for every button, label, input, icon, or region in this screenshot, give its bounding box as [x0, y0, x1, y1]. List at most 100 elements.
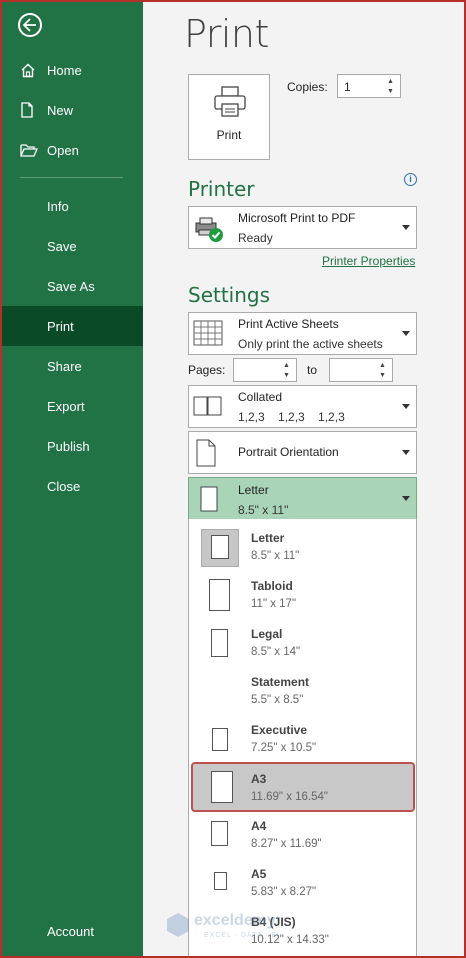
- paper-option-name: A4: [251, 819, 267, 833]
- sidebar-item-label: Save As: [47, 278, 95, 294]
- sidebar-item-label: Open: [47, 142, 79, 158]
- collation-sub: 1,2,3 1,2,3 1,2,3: [238, 410, 345, 424]
- paper-option-a5[interactable]: A5 5.83" x 8.27": [189, 859, 416, 907]
- sidebar-item-publish[interactable]: Publish: [0, 426, 143, 466]
- printer-status: Ready: [238, 231, 273, 245]
- paper-option-letter[interactable]: Letter 8.5" x 11": [189, 523, 416, 571]
- sidebar-item-save[interactable]: Save: [0, 226, 143, 266]
- sidebar-item-label: Home: [47, 62, 82, 78]
- page-size-icon: [212, 728, 228, 751]
- back-arrow-icon[interactable]: [18, 13, 42, 37]
- open-folder-icon: [20, 142, 40, 158]
- paper-option-name: Letter: [251, 531, 285, 545]
- spin-up-icon[interactable]: ▲: [387, 78, 397, 85]
- sidebar-item-label: Account: [47, 923, 94, 939]
- sidebar-item-save-as[interactable]: Save As: [0, 266, 143, 306]
- paper-option-size: 11" x 17": [251, 598, 297, 610]
- collated-pages-icon: [193, 396, 223, 421]
- paper-option-name: A3: [251, 772, 267, 786]
- sidebar-item-close[interactable]: Close: [0, 466, 143, 506]
- watermark-logo: exceldemy EXCEL · DATA · BI: [166, 910, 316, 950]
- sidebar-item-label: Share: [47, 358, 82, 374]
- collation-title: Collated: [238, 390, 283, 404]
- printer-dropdown[interactable]: Microsoft Print to PDF Ready: [188, 206, 417, 249]
- orientation-dropdown[interactable]: Portrait Orientation: [188, 431, 417, 474]
- spin-down-icon[interactable]: ▼: [387, 88, 397, 95]
- chevron-down-icon: [402, 449, 410, 455]
- watermark-tagline: EXCEL · DATA · BI: [204, 932, 280, 939]
- pages-to-input[interactable]: ▲ ▼: [329, 358, 393, 382]
- chevron-down-icon: [402, 330, 410, 336]
- paper-page-icon: [200, 486, 218, 517]
- printer-icon: [214, 86, 246, 117]
- page-size-icon: [214, 872, 227, 890]
- sidebar-item-new[interactable]: New: [0, 90, 143, 130]
- collation-dropdown[interactable]: Collated 1,2,3 1,2,3 1,2,3: [188, 385, 417, 428]
- paper-size-dropdown[interactable]: Letter 8.5" x 11": [188, 477, 417, 520]
- paper-option-a4[interactable]: A4 8.27" x 11.69": [189, 811, 416, 859]
- paper-option-name: Tabloid: [251, 579, 293, 593]
- spin-down-icon[interactable]: ▼: [379, 372, 389, 379]
- paper-size-list: Letter 8.5" x 11" Tabloid 11" x 17" Lega…: [188, 519, 417, 958]
- paper-option-size: 8.27" x 11.69": [251, 838, 322, 850]
- sidebar-item-export[interactable]: Export: [0, 386, 143, 426]
- sidebar-item-info[interactable]: Info: [0, 186, 143, 226]
- pages-label: Pages:: [188, 363, 226, 377]
- chevron-down-icon: [402, 495, 410, 501]
- new-document-icon: [20, 102, 40, 118]
- page-size-icon: [209, 579, 230, 611]
- copies-label: Copies:: [287, 80, 328, 94]
- paper-option-size: 8.5" x 14": [251, 646, 301, 658]
- info-icon[interactable]: i: [404, 173, 417, 186]
- sidebar-item-share[interactable]: Share: [0, 346, 143, 386]
- paper-option-tabloid[interactable]: Tabloid 11" x 17": [189, 571, 416, 619]
- paper-option-size: 11.69" x 16.54": [251, 791, 329, 803]
- sidebar-divider: [20, 177, 123, 178]
- to-label: to: [307, 363, 318, 377]
- sheet-grid-icon: [193, 320, 223, 351]
- copies-input[interactable]: 1 ▲ ▼: [337, 74, 401, 98]
- spin-down-icon[interactable]: ▼: [283, 372, 293, 379]
- sidebar-item-label: Print: [47, 318, 74, 334]
- print-scope-title: Print Active Sheets: [238, 317, 339, 331]
- paper-option-size: 5.83" x 8.27": [251, 886, 317, 898]
- paper-option-size: 7.25" x 10.5": [251, 742, 317, 754]
- paper-size-sub: 8.5" x 11": [238, 503, 289, 517]
- page-size-icon: [211, 535, 229, 559]
- sidebar-item-open[interactable]: Open: [0, 130, 143, 170]
- spin-up-icon[interactable]: ▲: [283, 362, 293, 369]
- print-button[interactable]: Print: [188, 74, 270, 160]
- copies-value: 1: [344, 80, 351, 94]
- sidebar-item-print[interactable]: Print: [0, 306, 143, 346]
- print-scope-sub: Only print the active sheets: [238, 337, 383, 351]
- watermark-icon: [167, 913, 189, 937]
- paper-option-name: Executive: [251, 723, 308, 737]
- portrait-page-icon: [193, 439, 219, 472]
- chevron-down-icon: [402, 403, 410, 409]
- backstage-sidebar: Home New Open Info Save Save As Print Sh…: [0, 0, 143, 958]
- page-size-icon: [211, 821, 228, 846]
- paper-option-name: Legal: [251, 627, 283, 641]
- sidebar-item-home[interactable]: Home: [0, 50, 143, 90]
- pages-from-input[interactable]: ▲ ▼: [233, 358, 297, 382]
- sidebar-item-label: New: [47, 102, 74, 118]
- paper-option-a3[interactable]: A3 11.69" x 16.54": [191, 762, 415, 812]
- orientation-title: Portrait Orientation: [238, 445, 339, 459]
- paper-option-statement[interactable]: Statement 5.5" x 8.5": [189, 667, 416, 715]
- paper-option-size: 5.5" x 8.5": [251, 694, 304, 706]
- spin-up-icon[interactable]: ▲: [379, 362, 389, 369]
- sidebar-item-label: Publish: [47, 438, 90, 454]
- settings-heading: Settings: [188, 283, 271, 307]
- paper-size-title: Letter: [238, 483, 269, 497]
- printer-heading: Printer: [188, 177, 255, 201]
- page-title: Print: [184, 12, 269, 56]
- sidebar-item-account[interactable]: Account: [0, 911, 143, 951]
- paper-option-executive[interactable]: Executive 7.25" x 10.5": [189, 715, 416, 763]
- paper-option-legal[interactable]: Legal 8.5" x 14": [189, 619, 416, 667]
- printer-properties-link[interactable]: Printer Properties: [322, 254, 415, 268]
- page-size-icon: [211, 629, 228, 657]
- chevron-down-icon: [402, 224, 410, 230]
- paper-option-name: A5: [251, 867, 267, 881]
- print-scope-dropdown[interactable]: Print Active Sheets Only print the activ…: [188, 312, 417, 355]
- sidebar-item-label: Close: [47, 478, 81, 494]
